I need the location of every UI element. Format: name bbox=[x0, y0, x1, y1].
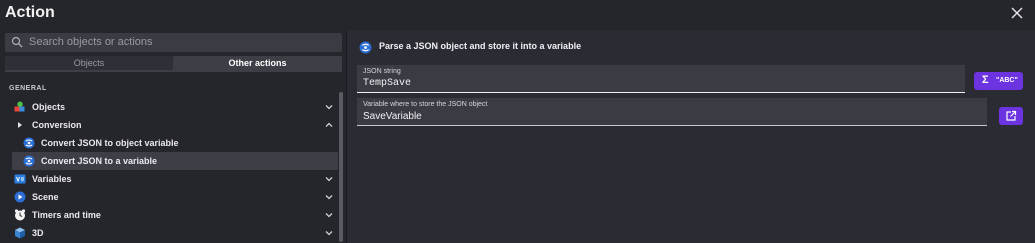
timer-icon bbox=[14, 209, 26, 221]
section-heading: GENERAL bbox=[9, 85, 47, 92]
tree-item-label: Variables bbox=[32, 174, 72, 184]
search-input[interactable] bbox=[29, 34, 329, 50]
tab-other-actions[interactable]: Other actions bbox=[173, 56, 342, 70]
json-action-icon bbox=[23, 137, 35, 149]
tree-item-convert-json-object[interactable]: Convert JSON to object variable bbox=[0, 134, 338, 152]
tree-item-timers[interactable]: Timers and time bbox=[0, 206, 338, 224]
chevron-down-icon[interactable] bbox=[324, 228, 334, 238]
action-description: Parse a JSON object and store it into a … bbox=[379, 41, 582, 51]
tree-item-label: 3D bbox=[32, 228, 44, 238]
caret-right-icon[interactable] bbox=[16, 119, 24, 131]
chevron-down-icon[interactable] bbox=[324, 210, 334, 220]
field-label: Variable where to store the JSON object bbox=[363, 101, 488, 108]
field-value[interactable]: TempSave bbox=[363, 78, 411, 89]
tree-item-label: Scene bbox=[32, 192, 59, 202]
tree-item-objects[interactable]: Objects bbox=[0, 98, 338, 116]
close-icon[interactable] bbox=[1009, 5, 1025, 21]
cube-icon bbox=[15, 227, 25, 239]
json-action-icon bbox=[23, 155, 35, 167]
objects-icon bbox=[14, 101, 25, 112]
tree-item-scene[interactable]: Scene bbox=[0, 188, 338, 206]
sigma-icon: Σ bbox=[982, 74, 989, 86]
action-editor: Parse a JSON object and store it into a … bbox=[347, 30, 1035, 243]
search-box[interactable] bbox=[5, 33, 342, 52]
tree-item-label: Timers and time bbox=[32, 210, 101, 220]
scene-icon bbox=[14, 191, 26, 203]
title-bar: Action bbox=[0, 0, 1035, 30]
expression-button-label: "ABC" bbox=[996, 77, 1018, 84]
chevron-up-icon[interactable] bbox=[324, 120, 334, 130]
dialog-title: Action bbox=[5, 4, 55, 21]
json-action-icon bbox=[359, 41, 372, 54]
tree-item-label: Objects bbox=[32, 102, 66, 112]
tab-bar: Objects Other actions bbox=[5, 56, 342, 70]
search-icon bbox=[11, 36, 23, 48]
sidebar-scrollbar[interactable] bbox=[339, 92, 343, 242]
tree-item-label: Convert JSON to object variable bbox=[41, 138, 179, 148]
variable-field[interactable]: Variable where to store the JSON object … bbox=[357, 98, 987, 126]
open-external-icon bbox=[1006, 110, 1017, 121]
field-label: JSON string bbox=[363, 68, 401, 75]
expression-editor-button[interactable]: Σ "ABC" bbox=[974, 72, 1023, 90]
variables-icon bbox=[14, 174, 26, 184]
tree-item-conversion[interactable]: Conversion bbox=[0, 116, 338, 134]
sidebar: Objects Other actions GENERAL Objects Co… bbox=[0, 30, 346, 243]
chevron-down-icon[interactable] bbox=[324, 174, 334, 184]
field-value[interactable]: SaveVariable bbox=[363, 111, 422, 122]
chevron-down-icon[interactable] bbox=[324, 102, 334, 112]
tree-item-label: Convert JSON to a variable bbox=[41, 156, 158, 166]
tab-underline bbox=[5, 70, 342, 72]
chevron-down-icon[interactable] bbox=[324, 192, 334, 202]
open-variable-editor-button[interactable] bbox=[999, 107, 1023, 125]
json-string-field[interactable]: JSON string TempSave bbox=[357, 65, 965, 93]
tree-item-label: Conversion bbox=[32, 120, 82, 130]
tree-item-variables[interactable]: Variables bbox=[0, 170, 338, 188]
tree-item-3d[interactable]: 3D bbox=[0, 224, 338, 242]
tree-item-convert-json-variable[interactable]: Convert JSON to a variable bbox=[12, 152, 338, 170]
tab-objects[interactable]: Objects bbox=[5, 56, 173, 70]
